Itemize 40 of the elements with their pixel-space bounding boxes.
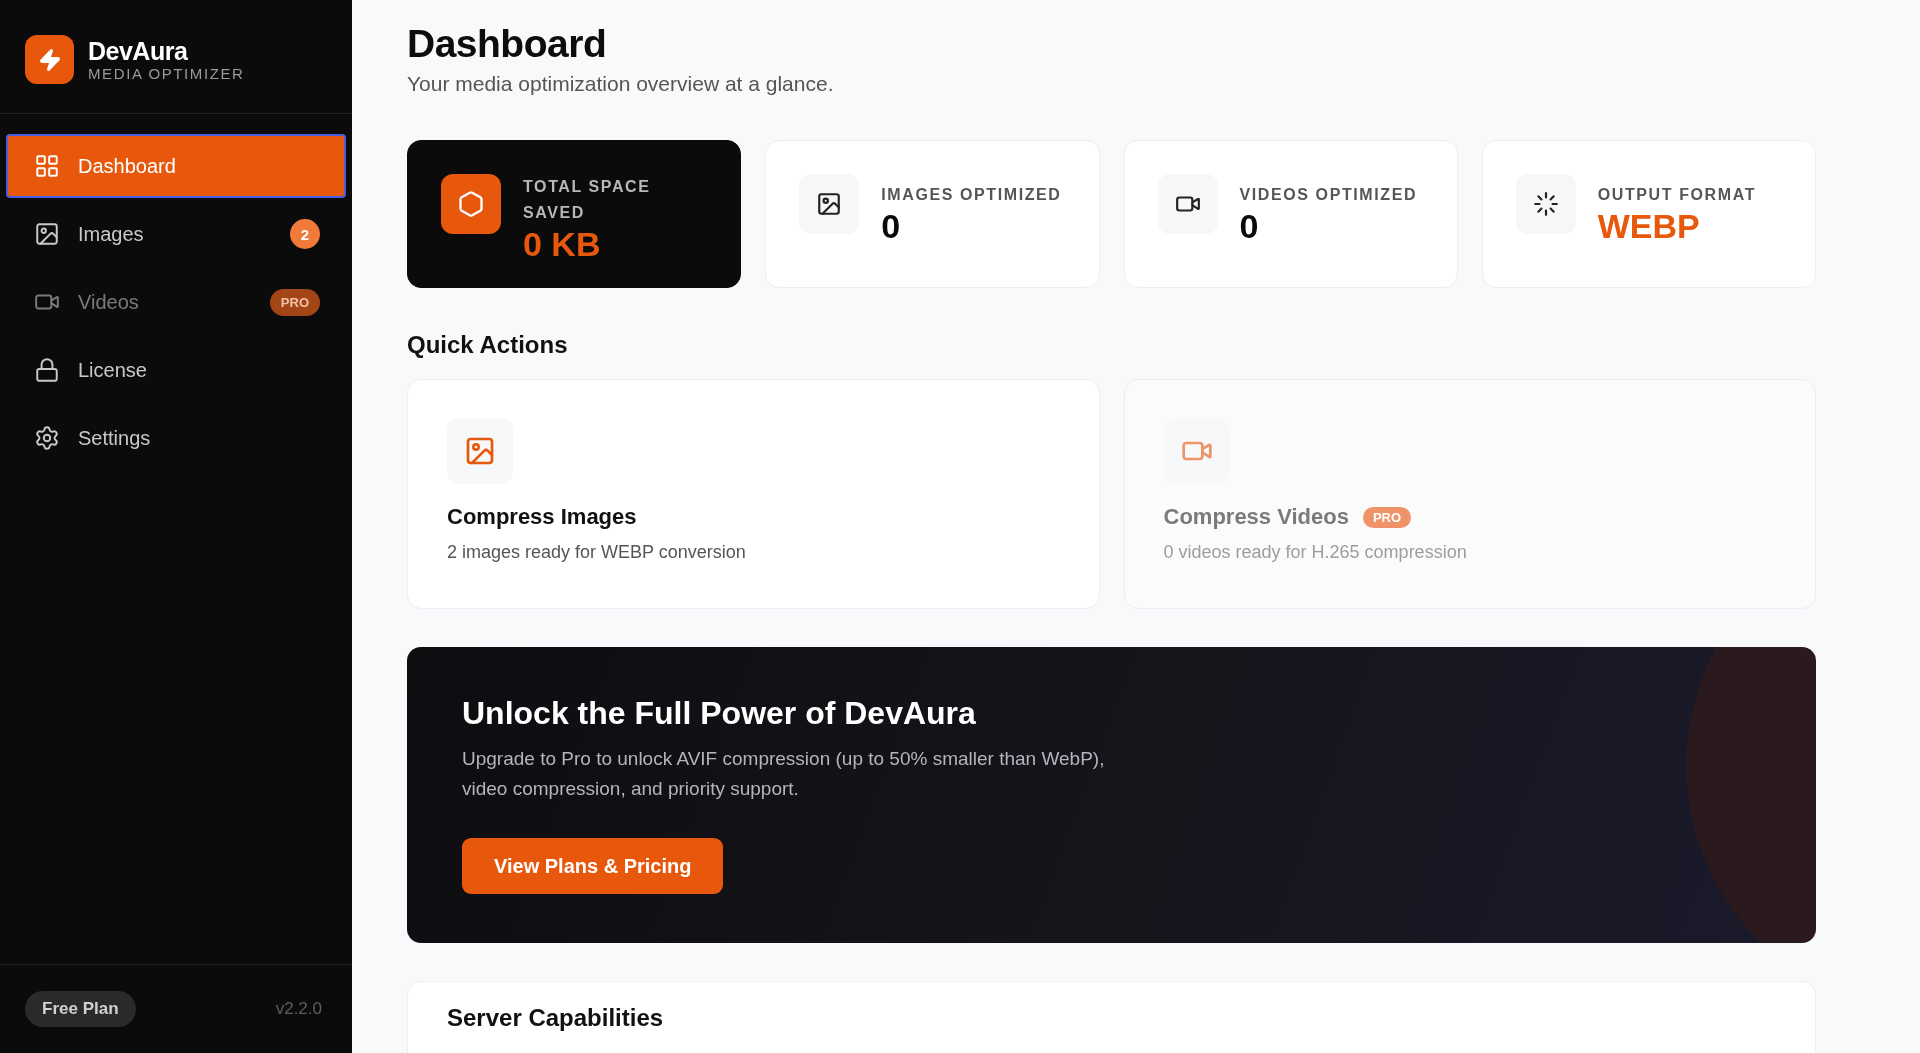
pro-badge: PRO [1362, 506, 1412, 528]
loader-icon [1532, 191, 1559, 217]
page-subtitle: Your media optimization overview at a glance. [407, 72, 835, 96]
nav-item[interactable]: Settings [6, 406, 346, 470]
image-icon [464, 435, 496, 467]
settings-icon [34, 425, 60, 451]
grid-icon [34, 153, 60, 179]
action-description: 2 images ready for WEBP conversion [447, 542, 747, 563]
image-icon [816, 191, 843, 217]
app-logo [25, 35, 74, 84]
pro-badge: PRO [269, 288, 320, 316]
action-description: 0 videos ready for H.265 compression [1163, 542, 1468, 563]
stat-label: VIDEOS OPTIMIZED [1239, 185, 1418, 205]
pricing-button[interactable]: View Plans & Pricing [462, 838, 724, 894]
nav-item[interactable]: Dashboard [6, 134, 346, 198]
stat-value: 0 [1239, 208, 1260, 244]
action-card[interactable]: Compress Images 2 images ready for WEBP conversion [407, 379, 1100, 609]
stat-value: 0 KB [523, 226, 602, 262]
count-badge: 2 [290, 219, 320, 249]
lock-icon [34, 357, 60, 383]
stat-value: 0 [881, 208, 902, 244]
hexagon-icon [457, 190, 485, 218]
action-title: Compress Images [447, 504, 637, 530]
action-title: Compress Videos [1163, 504, 1349, 530]
section-title: Quick Actions [407, 331, 569, 359]
stat-label: OUTPUT FORMAT [1597, 185, 1756, 205]
image-icon [34, 221, 60, 247]
page-title: Dashboard [407, 22, 608, 66]
version-label: v2.2.0 [275, 999, 322, 1019]
card-title: Server Capabilities [447, 1004, 665, 1032]
plan-badge: Free Plan [25, 991, 136, 1027]
stat-value: WEBP [1597, 208, 1701, 244]
brand-name: DevAura [88, 36, 189, 65]
promo-text: Upgrade to Pro to unlock AVIF compression (up to 50% smaller than WebP), video compression, and priority support. [462, 747, 1106, 801]
brand-tagline: MEDIA OPTIMIZER [88, 64, 245, 83]
stat-label: IMAGES OPTIMIZED [881, 185, 1062, 205]
promo-title: Unlock the Full Power of DevAura [462, 695, 977, 732]
nav-item[interactable]: Images 2 [6, 202, 346, 266]
stat-label: TOTAL SPACE SAVED [523, 177, 652, 223]
nav-item[interactable]: License [6, 338, 346, 402]
